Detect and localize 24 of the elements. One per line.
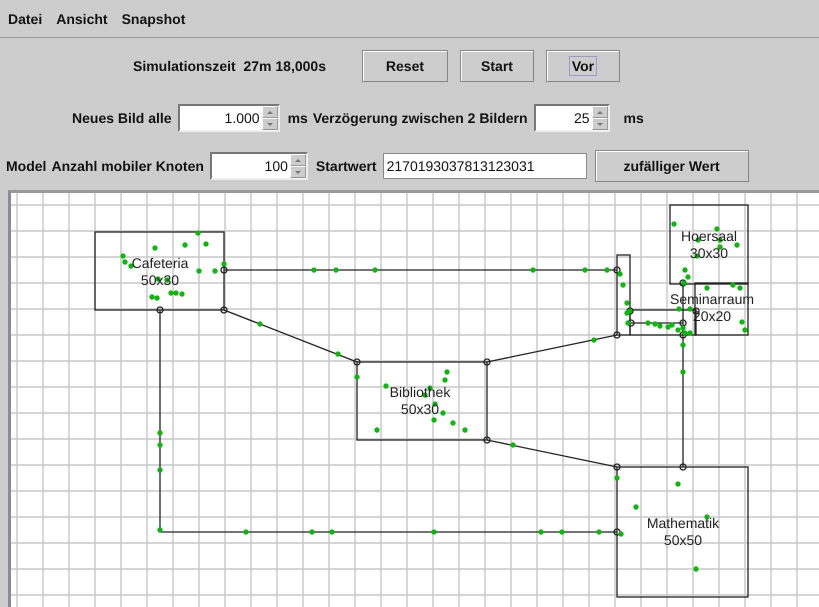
menu-item[interactable]: Snapshot <box>122 10 186 26</box>
room-name: Hoersaal <box>680 228 738 244</box>
control-button[interactable]: Vor <box>546 50 620 82</box>
room-name: Cafeteria <box>132 255 188 271</box>
control-button[interactable]: Reset <box>362 50 448 82</box>
simulation-time: Simulationszeit 27m 18,000s <box>133 58 326 74</box>
room-size: 50x50 <box>664 532 702 548</box>
random-value-button[interactable]: zufälliger Wert <box>594 150 749 182</box>
unit-label: ms <box>624 110 644 126</box>
room-size: 30x30 <box>690 245 728 261</box>
unit-label: ms <box>288 110 308 126</box>
room-size: 50x30 <box>400 401 440 417</box>
section-label: Model <box>6 158 46 174</box>
control-button[interactable]: Start <box>460 50 534 82</box>
room-name: Bibliothek <box>390 384 450 400</box>
field-label: Verzögerung zwischen 2 Bildern <box>312 110 528 126</box>
field-label: Neues Bild alle <box>72 110 172 126</box>
seed-field[interactable]: 2170193037813123031 <box>382 153 587 179</box>
field-label: Anzahl mobiler Knoten <box>51 158 204 174</box>
menu-item[interactable]: Ansicht <box>56 10 108 26</box>
room-name: Mathematik <box>646 515 720 531</box>
room-size: 50x30 <box>140 272 180 288</box>
menu-item[interactable]: Datei <box>8 10 42 26</box>
field-label: Startwert <box>316 158 377 174</box>
